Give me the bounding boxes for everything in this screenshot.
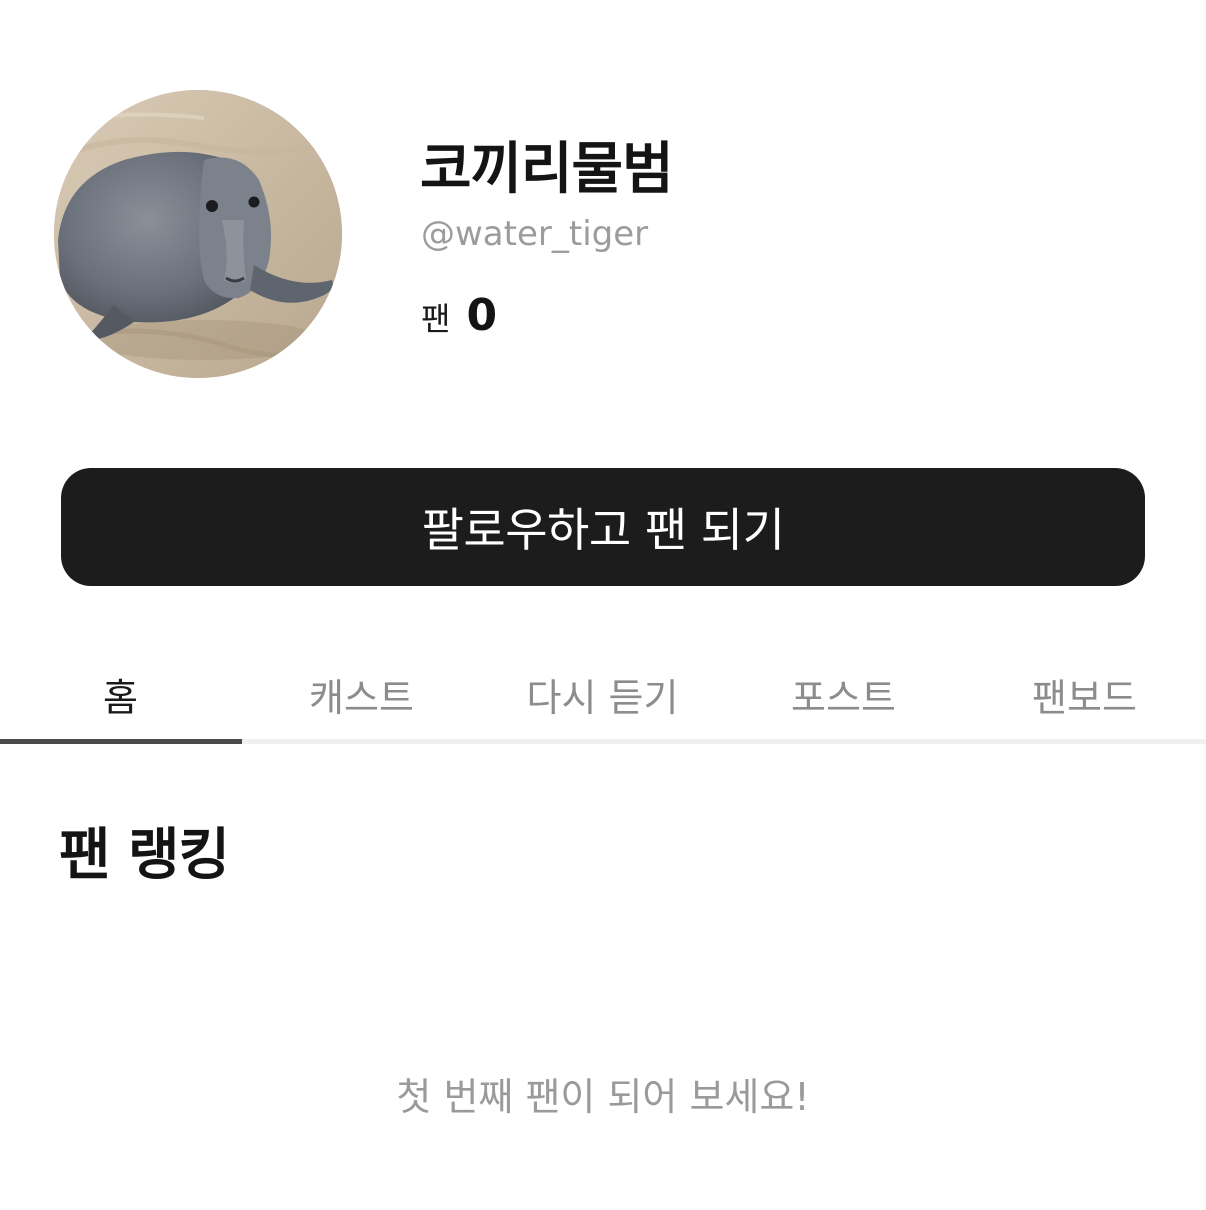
tab-fanboard[interactable]: 팬보드: [964, 650, 1205, 739]
follow-button[interactable]: 팔로우하고 팬 되기: [61, 468, 1145, 586]
fan-count-label: 팬: [421, 300, 451, 338]
profile-avatar[interactable]: [54, 90, 342, 378]
tab-replay[interactable]: 다시 듣기: [482, 650, 723, 739]
fan-count: 팬 0: [421, 290, 497, 341]
elephant-seal-photo-icon: [54, 90, 342, 378]
fan-ranking-empty-message: 첫 번째 팬이 되어 보세요!: [396, 1075, 810, 1119]
profile-name: 코끼리물범: [420, 137, 674, 202]
tab-bar: 홈 캐스트 다시 듣기 포스트 팬보드: [0, 650, 1206, 744]
fan-count-value: 0: [466, 290, 498, 341]
profile-header: 코끼리물범 @water_tiger 팬 0: [0, 0, 1206, 420]
tab-post[interactable]: 포스트: [723, 650, 964, 739]
tab-cast[interactable]: 캐스트: [241, 650, 482, 739]
profile-handle: @water_tiger: [421, 214, 649, 254]
active-tab-indicator: [0, 739, 242, 744]
fan-ranking-title: 팬 랭킹: [59, 823, 230, 888]
tab-home[interactable]: 홈: [0, 650, 241, 739]
